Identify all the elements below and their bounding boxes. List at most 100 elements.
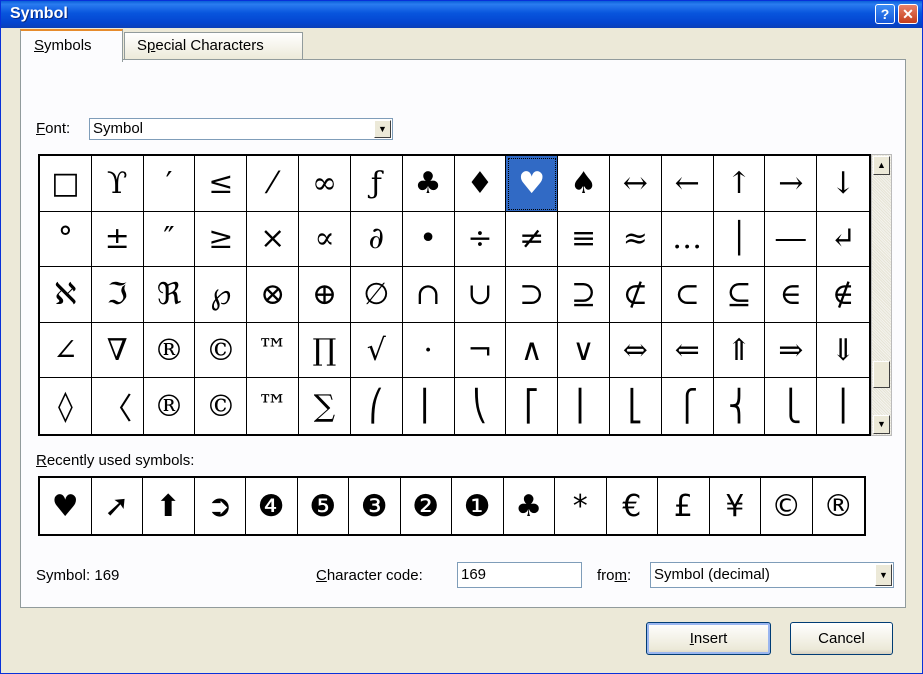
recent-symbol-cell[interactable]: ♣ [504,478,555,534]
character-code-input[interactable]: 169 [457,562,582,588]
symbol-cell[interactable]: ← [661,156,714,212]
insert-button[interactable]: Insert [646,622,771,655]
symbol-cell[interactable]: → [765,156,818,212]
scroll-thumb[interactable] [873,361,890,388]
close-button[interactable]: ✕ [898,4,918,24]
symbol-cell[interactable]: × [247,211,300,268]
symbol-cell[interactable]: ° [40,211,92,268]
symbol-cell[interactable]: ƒ [350,156,403,212]
symbol-cell[interactable]: ⊕ [299,267,351,323]
symbol-cell[interactable]: ∧ [506,322,559,379]
symbol-cell[interactable]: ≥ [195,211,248,268]
symbol-cell[interactable]: ⊗ [247,267,300,323]
symbol-cell[interactable]: ⊆ [713,267,766,323]
from-select[interactable]: Symbol (decimal) ▼ [650,562,894,588]
symbol-cell[interactable]: ″ [143,211,196,268]
recent-symbol-cell[interactable]: ® [813,478,865,534]
recent-symbol-cell[interactable]: ➲ [195,478,246,534]
recent-symbol-cell[interactable]: £ [658,478,710,534]
title-bar[interactable]: Symbol ? ✕ [1,1,922,28]
symbol-cell[interactable]: ℘ [195,267,248,323]
symbol-cell[interactable]: ℑ [91,267,144,323]
symbol-cell[interactable]: ― [765,211,818,268]
symbol-cell[interactable]: ¬ [454,322,507,379]
recent-symbol-cell[interactable]: ❸ [349,478,401,534]
symbol-cell[interactable]: ∉ [817,267,869,323]
symbol-cell[interactable]: ⊇ [558,267,610,323]
recent-symbol-cell[interactable]: ❹ [246,478,298,534]
symbol-cell[interactable]: ∅ [350,267,403,323]
symbol-cell[interactable]: • [402,211,455,268]
tab-special-characters[interactable]: Special Characters [124,32,303,60]
symbol-cell[interactable]: ⊂ [661,267,714,323]
symbol-cell[interactable]: ± [91,211,144,268]
symbol-cell[interactable]: … [661,211,714,268]
symbol-cell[interactable]: © [195,378,248,434]
recent-symbol-cell[interactable]: * [555,478,607,534]
symbol-cell[interactable]: ⎩ [765,378,818,434]
symbol-cell[interactable]: ∈ [765,267,818,323]
symbol-cell[interactable]: ™ [247,378,300,434]
symbol-cell[interactable]: ® [143,322,196,379]
scroll-down-icon[interactable]: ▼ [873,415,890,434]
symbol-cell[interactable]: ∑ [299,378,351,434]
cancel-button[interactable]: Cancel [790,622,893,655]
recent-symbol-cell[interactable]: ¥ [710,478,761,534]
symbol-cell[interactable]: ≠ [506,211,559,268]
symbol-cell[interactable]: ⁄ [247,156,300,212]
recent-symbol-cell[interactable]: ➚ [92,478,143,534]
recent-symbol-cell[interactable]: € [607,478,658,534]
symbol-cell[interactable]: ∨ [558,322,610,379]
symbol-cell[interactable]: ℜ [143,267,196,323]
symbol-cell[interactable]: ∩ [402,267,455,323]
symbol-grid-scrollbar[interactable]: ▲ ▼ [871,154,892,436]
symbol-cell[interactable]: ⇐ [661,322,714,379]
symbol-cell[interactable]: ⊄ [609,267,662,323]
help-button[interactable]: ? [875,4,895,24]
symbol-cell[interactable]: ® [144,378,196,434]
symbol-cell[interactable]: ⎣ [610,378,662,434]
symbol-cell[interactable]: ϒ [91,156,144,212]
symbol-cell[interactable]: ♠ [558,156,610,212]
symbol-cell[interactable]: ∞ [299,156,351,212]
symbol-cell[interactable]: © [195,322,248,379]
chevron-down-icon[interactable]: ▼ [875,564,892,586]
font-select[interactable]: Symbol ▼ [89,118,393,140]
symbol-cell[interactable]: ≈ [609,211,662,268]
symbol-cell[interactable]: ∂ [350,211,403,268]
scroll-up-icon[interactable]: ▲ [873,156,890,175]
recent-symbol-cell[interactable]: ♥ [40,478,92,534]
symbol-cell[interactable]: ÷ [454,211,507,268]
symbol-cell[interactable]: ⎪ [817,378,869,434]
symbol-cell[interactable]: ⇔ [609,322,662,379]
symbol-cell[interactable]: ⊃ [506,267,559,323]
symbol-cell[interactable]: ⇑ [713,322,766,379]
symbol-cell[interactable]: ≡ [558,211,610,268]
recent-symbol-cell[interactable]: © [761,478,813,534]
symbol-cell[interactable]: ⎧ [662,378,714,434]
symbol-cell[interactable]: ↑ [713,156,766,212]
recent-symbol-cell[interactable]: ❺ [298,478,349,534]
symbol-cell[interactable]: ↓ [817,156,869,212]
symbol-cell[interactable]: ⋅ [402,322,455,379]
symbol-cell[interactable]: ♦ [454,156,507,212]
symbol-cell[interactable]: ⎜ [403,378,455,434]
symbol-cell[interactable]: ⎨ [714,378,766,434]
symbol-cell[interactable]: □ [40,156,92,212]
recent-symbol-cell[interactable]: ❷ [401,478,452,534]
symbol-cell[interactable]: ⇓ [817,323,869,379]
symbol-cell[interactable]: ™ [247,322,300,379]
symbol-cell[interactable]: ⎡ [506,378,559,434]
symbol-cell[interactable]: ⎛ [351,378,403,434]
symbol-cell[interactable]: │ [713,211,766,268]
symbol-cell[interactable]: ♥ [506,156,559,212]
symbol-cell[interactable]: ∪ [454,267,507,323]
symbol-cell[interactable]: √ [350,322,403,379]
symbol-cell[interactable]: ∇ [91,322,144,379]
symbol-cell[interactable]: ⎝ [455,378,507,434]
symbol-cell[interactable]: ∠ [40,322,92,379]
symbol-cell[interactable]: ≤ [195,156,248,212]
chevron-down-icon[interactable]: ▼ [374,120,391,138]
symbol-cell[interactable]: ⇒ [765,322,818,379]
tab-symbols[interactable]: Symbols [20,29,123,62]
